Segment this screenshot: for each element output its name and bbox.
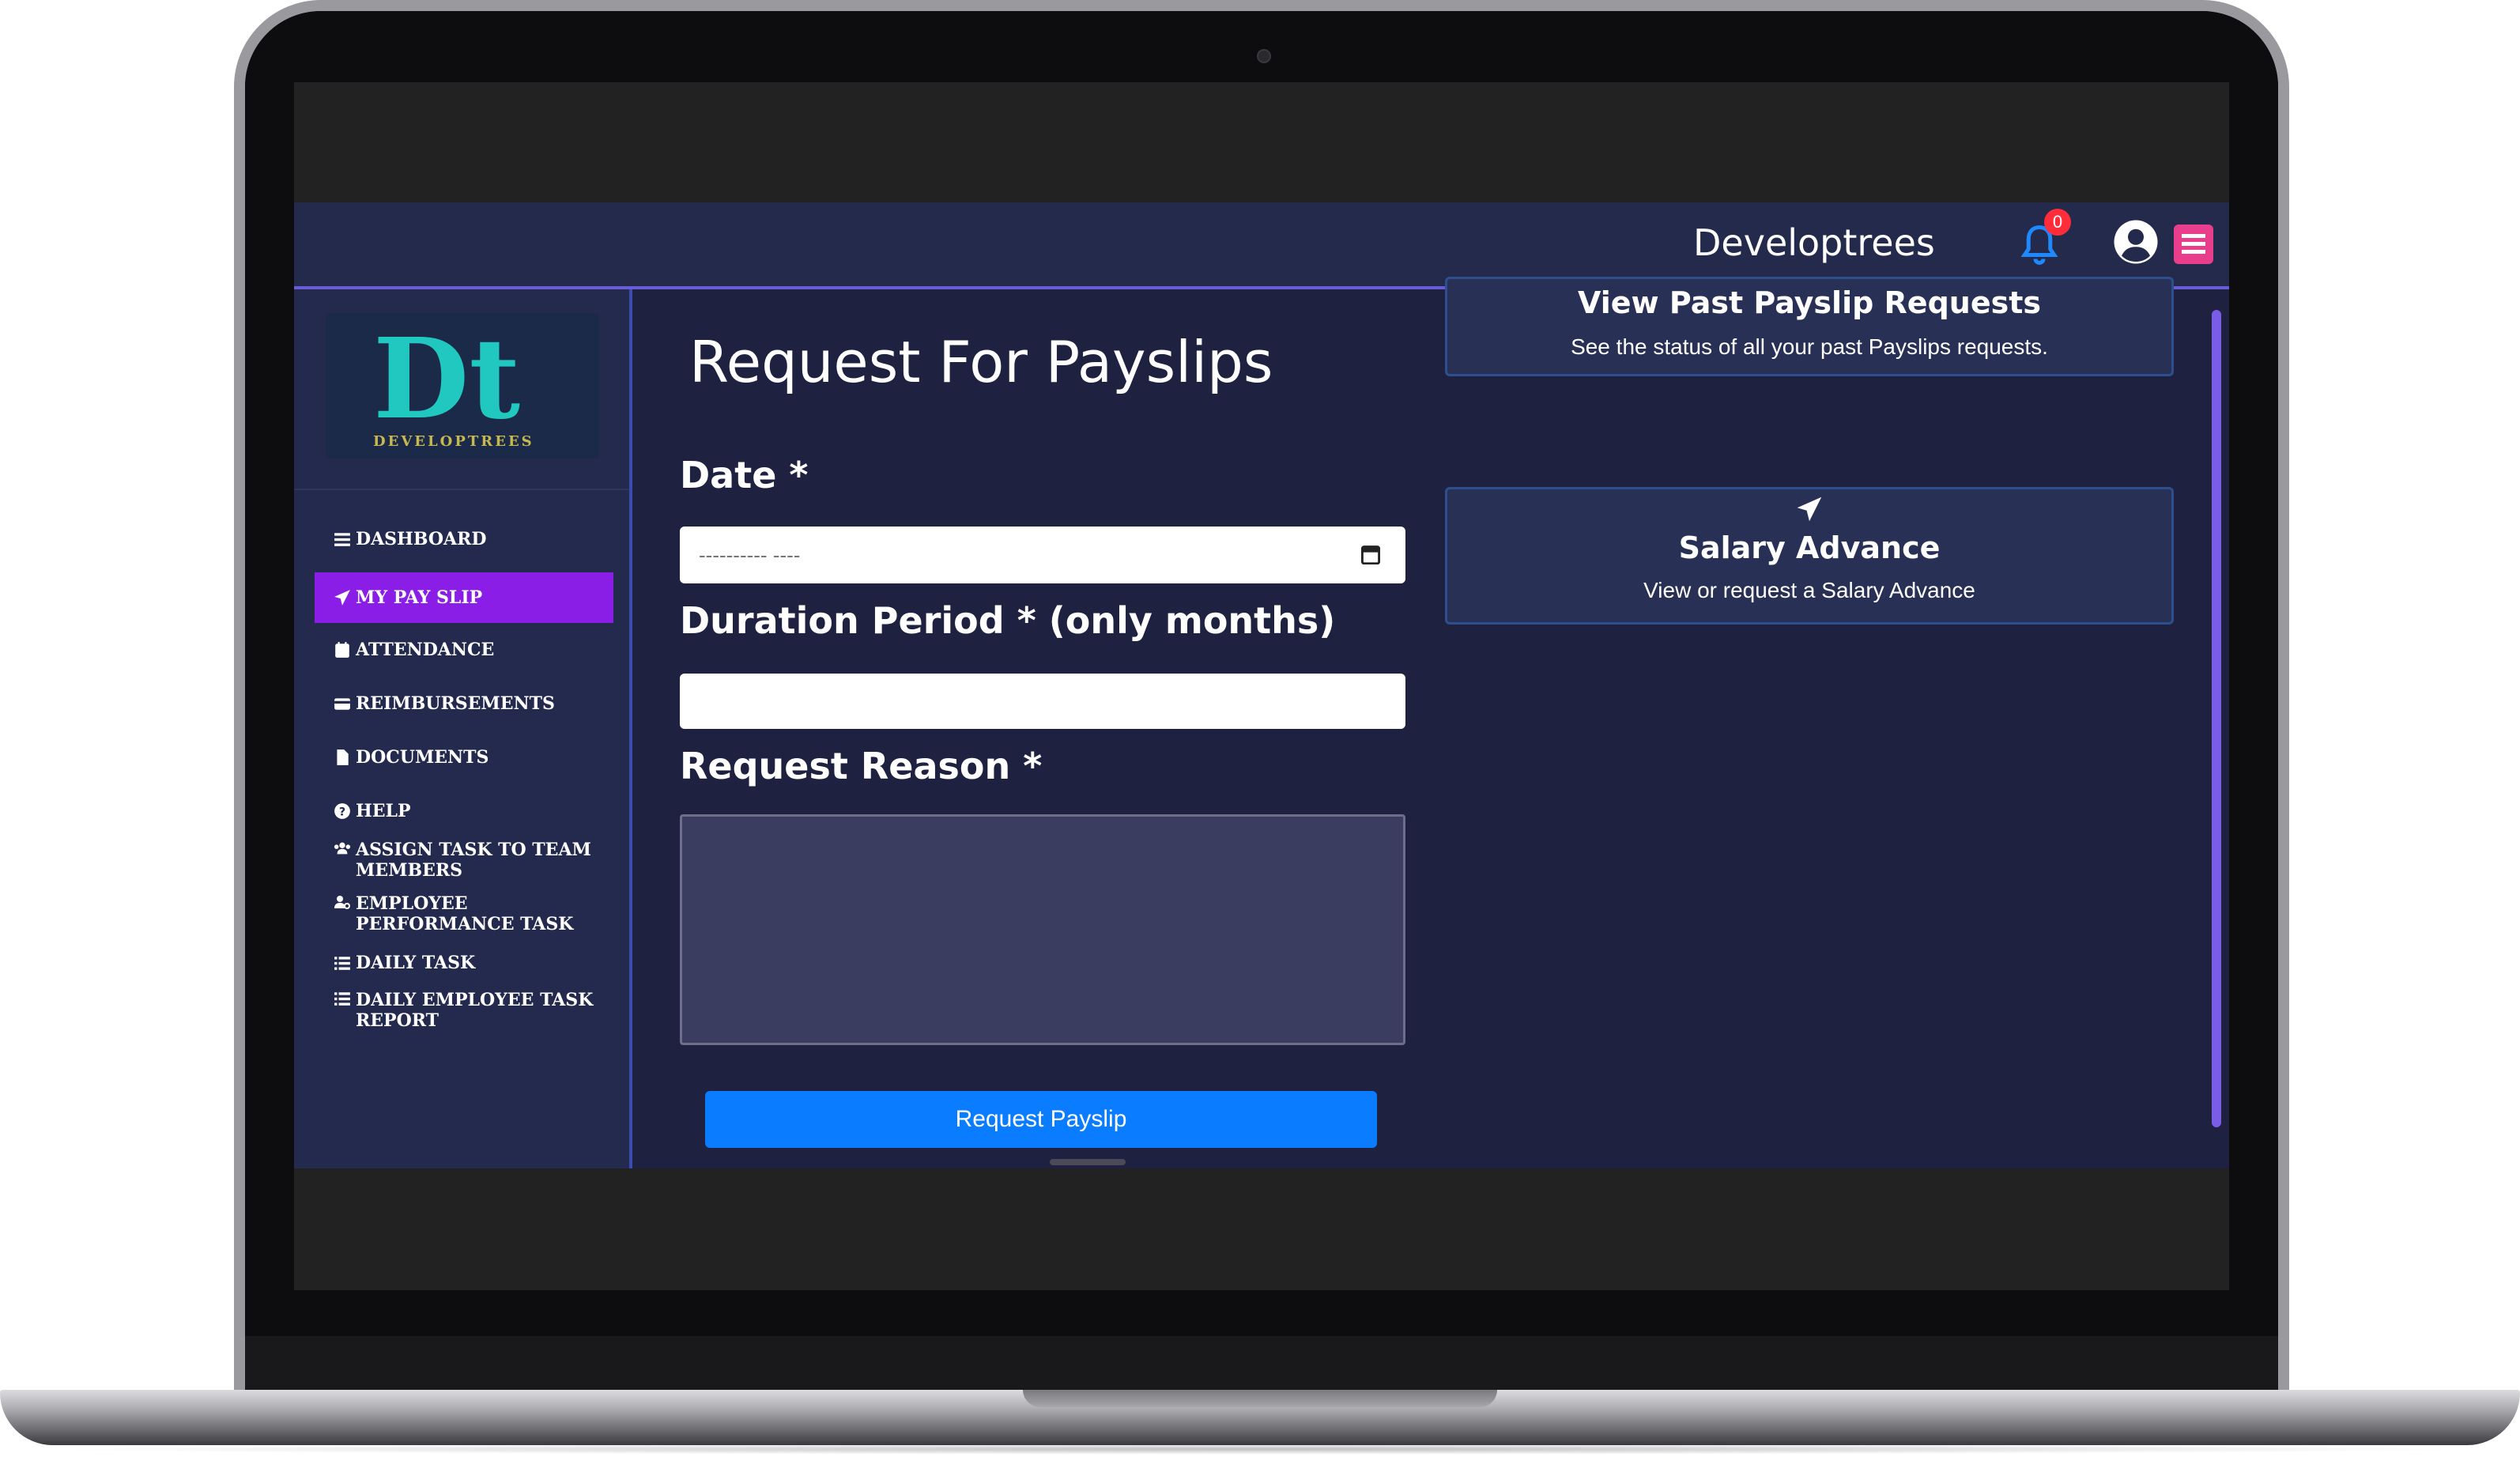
duration-label: Duration Period * (only months) <box>680 599 1336 642</box>
notification-badge: 0 <box>2044 209 2071 236</box>
sidebar-item-label: REIMBURSEMENTS <box>356 693 555 714</box>
sidebar-item-label: DASHBOARD <box>356 529 487 549</box>
laptop-shadow <box>47 1444 2473 1455</box>
card-title: Salary Advance <box>1678 530 1941 565</box>
sidebar-item-assign-task[interactable]: ASSIGN TASK TO TEAM MEMBERS <box>315 840 613 884</box>
sidebar-item-label: DAILY EMPLOYEE TASK REPORT <box>356 990 594 1031</box>
sidebar-item-label: EMPLOYEE PERFORMANCE TASK <box>356 893 574 934</box>
bezel-bottom <box>245 1336 2278 1391</box>
sidebar-item-employee-performance[interactable]: EMPLOYEE PERFORMANCE TASK <box>315 893 613 938</box>
date-input[interactable] <box>680 527 1405 583</box>
page-title: Request For Payslips <box>689 329 1273 395</box>
calendar-icon <box>335 642 349 658</box>
laptop-notch <box>1023 1390 1497 1407</box>
sidebar-item-label: HELP <box>356 801 411 821</box>
webcam <box>1257 49 1271 63</box>
duration-input[interactable] <box>680 674 1405 729</box>
card-title: View Past Payslip Requests <box>1578 285 2041 320</box>
screen: Developtrees 0 Dt DEVELOPTREES DASHBOARD… <box>294 82 2229 1290</box>
sidebar-item-documents[interactable]: DOCUMENTS <box>315 743 613 772</box>
paper-plane-icon <box>334 590 350 606</box>
list-ul-icon <box>334 992 350 1006</box>
sidebar-item-label: DOCUMENTS <box>356 747 489 768</box>
sidebar-item-my-pay-slip[interactable]: MY PAY SLIP <box>315 572 613 623</box>
list-icon <box>334 533 350 546</box>
reason-textarea[interactable] <box>680 814 1405 1045</box>
file-icon <box>337 749 349 765</box>
svg-text:Dt: Dt <box>373 315 520 444</box>
sidebar: Dt DEVELOPTREES DASHBOARD MY PAY SLIP AT… <box>294 289 632 1168</box>
bottom-handle <box>1050 1159 1126 1165</box>
svg-text:DEVELOPTREES: DEVELOPTREES <box>373 433 534 450</box>
credit-card-icon <box>334 698 350 710</box>
sidebar-item-help[interactable]: ? HELP <box>315 797 613 825</box>
question-circle-icon: ? <box>334 803 350 819</box>
brand-name[interactable]: Developtrees <box>1693 221 1935 264</box>
card-subtitle: See the status of all your past Payslips… <box>1571 334 2048 359</box>
card-subtitle: View or request a Salary Advance <box>1643 578 1975 602</box>
sidebar-item-attendance[interactable]: ATTENDANCE <box>315 636 613 664</box>
users-icon <box>334 842 351 855</box>
app-window: Developtrees 0 Dt DEVELOPTREES DASHBOARD… <box>294 202 2229 1168</box>
paper-plane-icon <box>1797 496 1822 522</box>
user-circle-icon[interactable] <box>2112 218 2160 266</box>
scrollbar-thumb[interactable] <box>2212 310 2221 1127</box>
logo-mark: Dt DEVELOPTREES <box>373 315 534 450</box>
sidebar-divider <box>294 489 629 490</box>
sidebar-item-label: DAILY TASK <box>356 953 476 973</box>
hamburger-menu-icon[interactable] <box>2174 225 2213 264</box>
request-payslip-button[interactable]: Request Payslip <box>705 1091 1377 1148</box>
sidebar-item-reimbursements[interactable]: REIMBURSEMENTS <box>315 689 613 718</box>
sidebar-item-daily-task[interactable]: DAILY TASK <box>315 949 613 977</box>
salary-advance-card[interactable]: Salary Advance View or request a Salary … <box>1445 487 2174 625</box>
sidebar-item-label: ASSIGN TASK TO TEAM MEMBERS <box>356 840 591 881</box>
user-gear-icon <box>334 896 350 909</box>
sidebar-item-dashboard[interactable]: DASHBOARD <box>315 525 613 553</box>
past-requests-card[interactable]: View Past Payslip Requests See the statu… <box>1445 277 2174 376</box>
sidebar-item-label: ATTENDANCE <box>356 640 495 660</box>
date-label: Date * <box>680 454 809 496</box>
reason-label: Request Reason * <box>680 745 1043 787</box>
calendar-picker-icon[interactable] <box>1361 544 1380 564</box>
sidebar-item-daily-employee-report[interactable]: DAILY EMPLOYEE TASK REPORT <box>315 990 613 1034</box>
sidebar-item-label: MY PAY SLIP <box>356 587 483 608</box>
company-logo[interactable]: Dt DEVELOPTREES <box>326 313 599 459</box>
svg-text:?: ? <box>339 806 345 819</box>
list-ul-icon <box>334 957 350 970</box>
